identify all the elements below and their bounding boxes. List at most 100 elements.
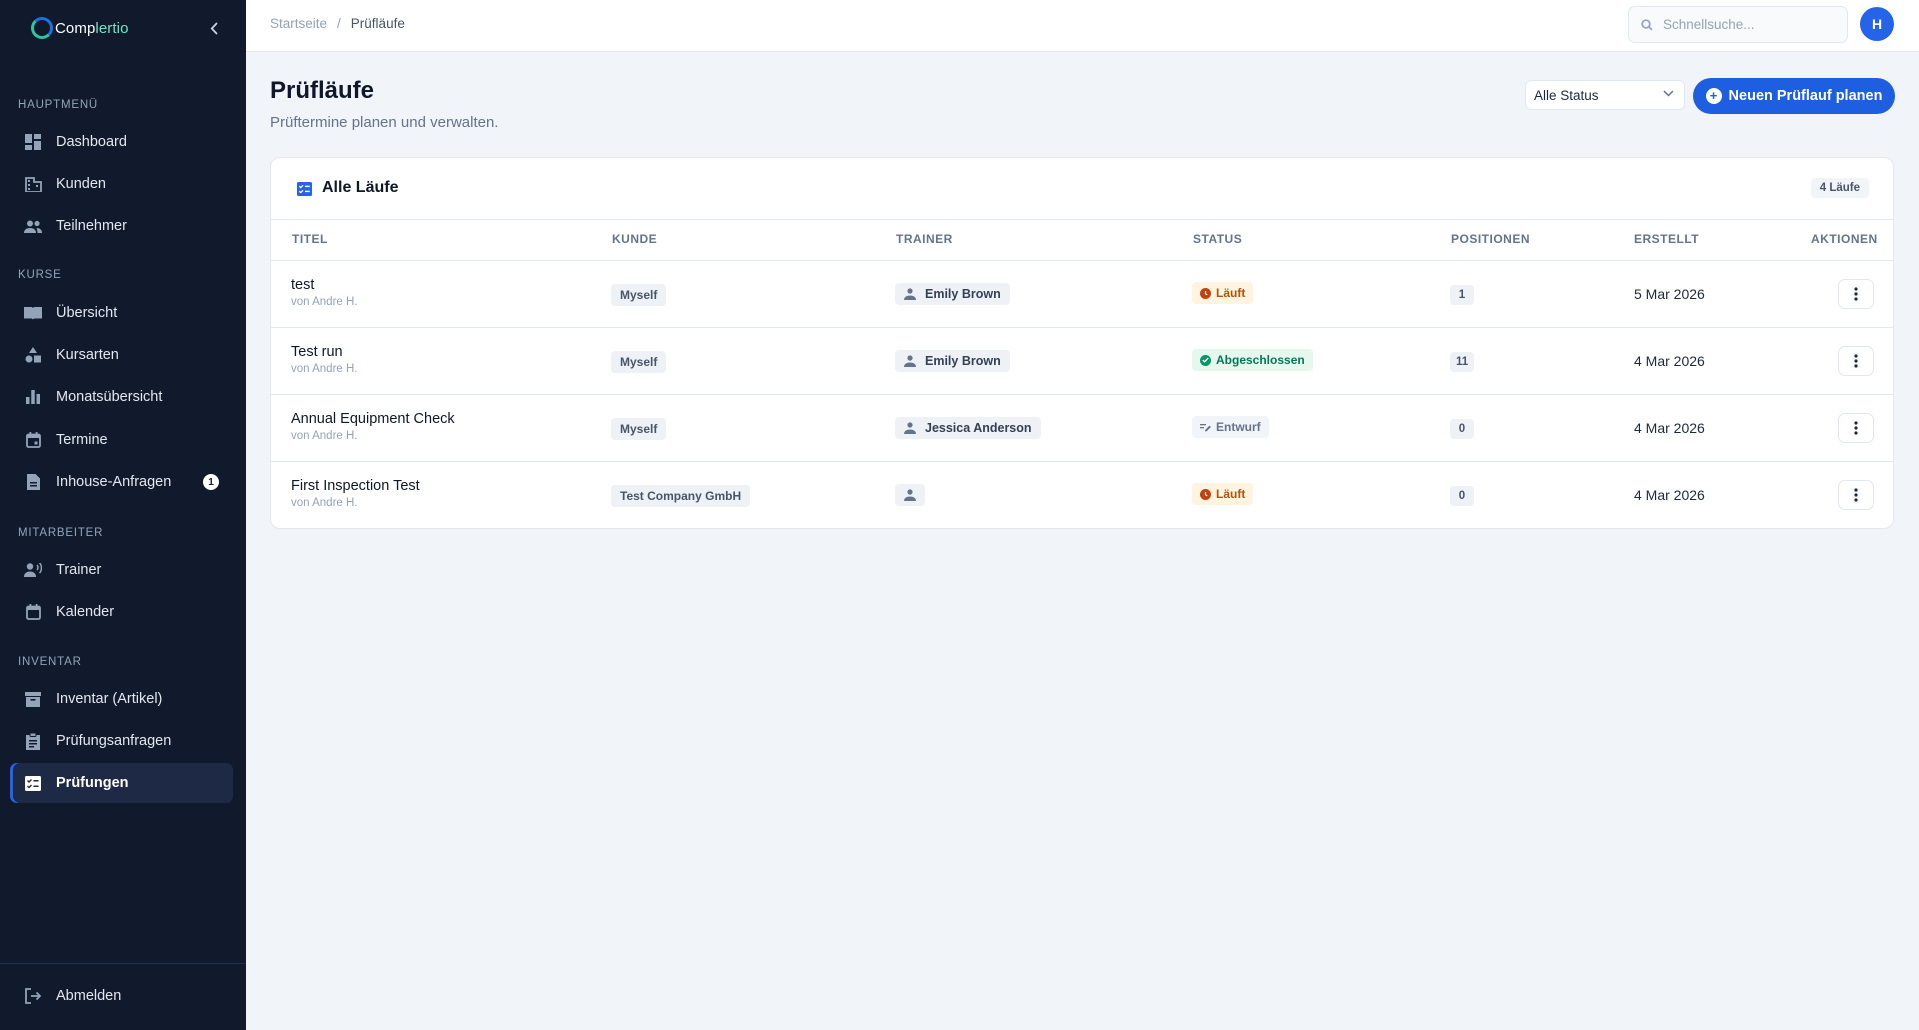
- person-icon: [904, 489, 916, 501]
- positions-count: 0: [1450, 419, 1474, 439]
- section-title-hauptmenue: HAUPTMENÜ: [18, 99, 99, 111]
- run-author: von Andre H.: [291, 497, 358, 509]
- customer-chip: Myself: [611, 351, 667, 373]
- breadcrumb-separator: /: [337, 16, 341, 31]
- column-header-erstellt: ERSTELLT: [1634, 232, 1700, 246]
- person-icon: [904, 288, 916, 300]
- calendar-icon: [24, 603, 42, 621]
- status-badge: Läuft: [1192, 282, 1254, 304]
- customer-chip: Test Company GmbH: [611, 485, 751, 507]
- positions-count: 1: [1450, 285, 1474, 305]
- table-row[interactable]: test von Andre H. Myself Emily Brown Läu…: [271, 260, 1893, 327]
- sidebar-item-label: Inhouse-Anfragen: [56, 474, 172, 490]
- new-test-run-label: Neuen Prüflauf planen: [1728, 88, 1883, 104]
- logout-icon: [24, 987, 42, 1005]
- collapse-sidebar-button[interactable]: [206, 18, 222, 38]
- status-filter-value: Alle Status: [1534, 87, 1599, 103]
- runs-card: Alle Läufe 4 Läufe TITEL KUNDE TRAINER S…: [270, 157, 1894, 529]
- plus-circle-icon: +: [1705, 88, 1722, 104]
- row-actions-button[interactable]: [1838, 279, 1874, 309]
- brand[interactable]: Complertio: [0, 0, 246, 56]
- sidebar-item-label: Kalender: [56, 604, 115, 620]
- row-actions-button[interactable]: [1838, 413, 1874, 443]
- sidebar-item-monatsuebersicht[interactable]: Monatsübersicht: [10, 377, 233, 417]
- new-test-run-button[interactable]: + Neuen Prüflauf planen: [1693, 78, 1895, 114]
- topbar: Startseite / Prüfläufe H: [246, 0, 1919, 52]
- sidebar-item-label: Kursarten: [56, 347, 119, 363]
- column-header-aktionen: AKTIONEN: [1811, 232, 1878, 246]
- sidebar-item-trainer[interactable]: Trainer: [10, 550, 233, 590]
- sidebar-item-pruefungen[interactable]: Prüfungen: [10, 763, 233, 803]
- card-header: Alle Läufe 4 Läufe: [271, 158, 1893, 220]
- status-label: Abgeschlossen: [1216, 353, 1305, 367]
- sidebar-item-kalender[interactable]: Kalender: [10, 592, 233, 632]
- edit-note-icon: [1200, 422, 1211, 433]
- status-badge: Abgeschlossen: [1192, 349, 1313, 371]
- trainer-name: Emily Brown: [925, 354, 1001, 368]
- sidebar-item-teilnehmer[interactable]: Teilnehmer: [10, 206, 233, 246]
- more-vertical-icon: [1854, 488, 1858, 502]
- sidebar-item-inhouse-anfragen[interactable]: Inhouse-Anfragen 1: [10, 462, 233, 502]
- shapes-icon: [24, 346, 42, 364]
- run-author: von Andre H.: [291, 363, 358, 375]
- run-title-cell: test von Andre H.: [291, 277, 357, 308]
- sidebar-item-label: Kunden: [56, 176, 106, 192]
- run-title-cell: Test run von Andre H.: [291, 344, 357, 375]
- sidebar-item-uebersicht[interactable]: Übersicht: [10, 293, 233, 333]
- section-title-inventar: INVENTAR: [18, 656, 82, 668]
- status-label: Entwurf: [1216, 420, 1261, 434]
- chevron-down-icon: [1663, 90, 1674, 97]
- breadcrumb: Startseite / Prüfläufe: [270, 16, 405, 31]
- status-filter-select[interactable]: Alle Status: [1525, 80, 1685, 110]
- logout-label: Abmelden: [56, 988, 122, 1004]
- row-actions-button[interactable]: [1838, 346, 1874, 376]
- document-icon: [24, 473, 42, 491]
- created-date: 4 Mar 2026: [1634, 487, 1705, 503]
- logo-icon: [31, 17, 53, 39]
- person-icon: [904, 355, 916, 367]
- sidebar-item-kunden[interactable]: Kunden: [10, 164, 233, 204]
- run-author: von Andre H.: [291, 430, 358, 442]
- sidebar-item-termine[interactable]: Termine: [10, 420, 233, 460]
- book-icon: [24, 304, 42, 322]
- search-icon: [1641, 18, 1653, 31]
- sidebar-item-label: Trainer: [56, 562, 102, 578]
- search-box[interactable]: [1628, 6, 1848, 43]
- table-row[interactable]: Annual Equipment Check von Andre H. Myse…: [271, 394, 1893, 461]
- row-actions-button[interactable]: [1838, 480, 1874, 510]
- run-author: von Andre H.: [291, 296, 358, 308]
- run-title-cell: First Inspection Test von Andre H.: [291, 478, 420, 509]
- status-label: Läuft: [1216, 487, 1246, 501]
- run-title[interactable]: test: [291, 277, 357, 293]
- run-title[interactable]: Test run: [291, 344, 357, 360]
- column-header-status: STATUS: [1193, 232, 1243, 246]
- table-row[interactable]: First Inspection Test von Andre H. Test …: [271, 461, 1893, 528]
- bar-chart-icon: [24, 388, 42, 406]
- page-subtitle: Prüftermine planen und verwalten.: [270, 114, 499, 131]
- avatar[interactable]: H: [1860, 7, 1894, 41]
- sidebar-item-pruefungsanfragen[interactable]: Prüfungsanfragen: [10, 721, 233, 761]
- sidebar-item-label: Dashboard: [56, 134, 127, 150]
- more-vertical-icon: [1854, 421, 1858, 435]
- positions-count: 11: [1450, 352, 1475, 372]
- trainer-chip: [895, 484, 925, 506]
- sidebar-item-inventar-artikel[interactable]: Inventar (Artikel): [10, 679, 233, 719]
- created-date: 4 Mar 2026: [1634, 420, 1705, 436]
- search-input[interactable]: [1663, 17, 1843, 32]
- sidebar-item-kursarten[interactable]: Kursarten: [10, 335, 233, 375]
- sidebar-item-dashboard[interactable]: Dashboard: [10, 122, 233, 162]
- notification-badge: 1: [203, 474, 219, 490]
- breadcrumb-home-link[interactable]: Startseite: [270, 16, 327, 31]
- sidebar-item-label: Inventar (Artikel): [56, 691, 163, 707]
- run-title[interactable]: First Inspection Test: [291, 478, 420, 494]
- card-title: Alle Läufe: [322, 179, 399, 196]
- run-title[interactable]: Annual Equipment Check: [291, 411, 455, 427]
- run-title-cell: Annual Equipment Check von Andre H.: [291, 411, 455, 442]
- status-label: Läuft: [1216, 286, 1246, 300]
- checklist-icon: [297, 182, 312, 196]
- table-row[interactable]: Test run von Andre H. Myself Emily Brown…: [271, 327, 1893, 394]
- count-badge: 4 Läufe: [1810, 178, 1869, 198]
- sidebar-item-label: Übersicht: [56, 305, 118, 321]
- trainer-icon: [24, 561, 42, 579]
- logout-button[interactable]: Abmelden: [10, 976, 233, 1016]
